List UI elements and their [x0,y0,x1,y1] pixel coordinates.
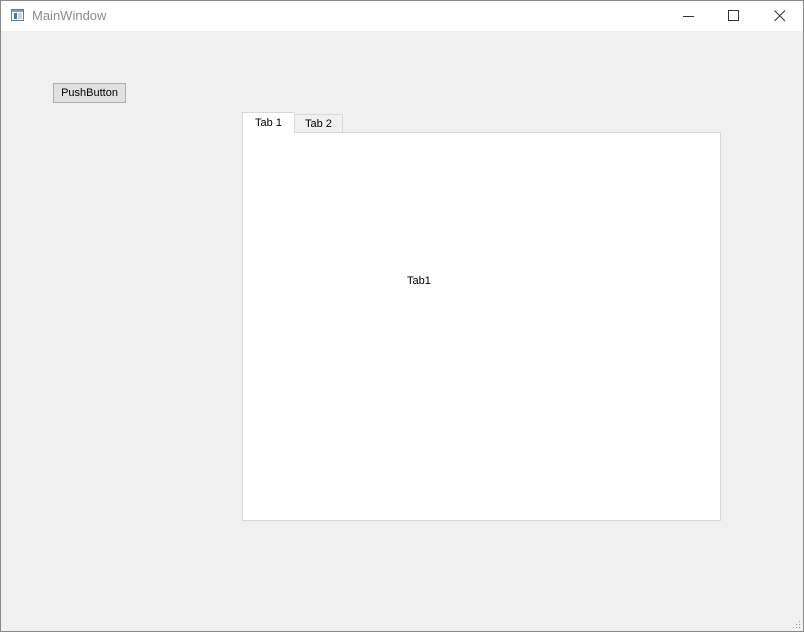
tab-1[interactable]: Tab 1 [242,112,295,133]
title-bar[interactable]: MainWindow [1,1,803,31]
tab-2[interactable]: Tab 2 [294,114,343,133]
window-title: MainWindow [32,8,107,23]
minimize-button[interactable] [666,1,712,31]
main-window: MainWindow PushButton Tab 1 Tab 2 Tab1 [0,0,804,632]
tab-content-label: Tab1 [407,275,431,287]
client-area: PushButton Tab 1 Tab 2 Tab1 [1,31,803,631]
push-button[interactable]: PushButton [53,83,126,103]
maximize-button[interactable] [711,1,757,31]
size-grip-icon[interactable] [791,619,801,629]
minimize-icon [683,16,694,17]
tab-panel: Tab1 [242,132,721,521]
maximize-icon [728,10,739,21]
close-icon [774,10,786,22]
close-button[interactable] [757,1,803,31]
app-window-icon [11,9,24,21]
